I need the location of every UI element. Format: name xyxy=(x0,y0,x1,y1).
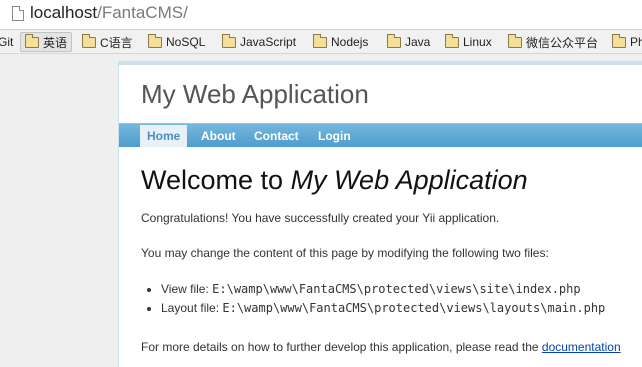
menu-item-contact[interactable]: Contact xyxy=(247,124,306,148)
bookmark-label: C语言 xyxy=(100,35,133,50)
url-path: /FantaCMS/ xyxy=(97,3,188,22)
page-container: My Web Application Home About Contact Lo… xyxy=(118,61,642,367)
more-details-text: For more details on how to further devel… xyxy=(141,340,621,354)
address-bar[interactable]: localhost/FantaCMS/ xyxy=(0,0,642,30)
file-list: View file: E:\wamp\www\FantaCMS\protecte… xyxy=(141,280,605,318)
folder-icon xyxy=(25,33,39,48)
page-icon xyxy=(12,6,24,21)
folder-icon xyxy=(148,33,162,48)
folder-icon xyxy=(222,33,236,48)
bookmark-git[interactable]: Git xyxy=(0,32,13,52)
bookmark-linux[interactable]: Linux xyxy=(445,32,492,52)
view-file-path: E:\wamp\www\FantaCMS\protected\views\sit… xyxy=(212,282,581,296)
bookmark-label: NoSQL xyxy=(166,35,206,49)
page-heading: Welcome to My Web Application xyxy=(141,165,528,196)
bookmark-java[interactable]: Java xyxy=(387,32,430,52)
main-menu: Home About Contact Login xyxy=(119,123,642,147)
menu-item-home[interactable]: Home xyxy=(140,125,188,147)
folder-icon xyxy=(508,33,522,48)
heading-prefix: Welcome to xyxy=(141,165,291,195)
folder-icon xyxy=(445,33,459,48)
folder-icon xyxy=(82,33,96,48)
bookmark-nosql[interactable]: NoSQL xyxy=(148,32,205,52)
bookmark-label: JavaScript xyxy=(240,35,297,49)
bookmark-label: Git xyxy=(0,35,14,49)
instructions-text: You may change the content of this page … xyxy=(141,246,549,260)
congrats-text: Congratulations! You have successfully c… xyxy=(141,211,500,225)
folder-icon xyxy=(612,33,626,48)
documentation-link[interactable]: documentation xyxy=(542,340,621,354)
url-text[interactable]: localhost/FantaCMS/ xyxy=(30,3,188,23)
more-details-prefix: For more details on how to further devel… xyxy=(141,340,542,354)
layout-file-path: E:\wamp\www\FantaCMS\protected\views\lay… xyxy=(222,301,606,315)
bookmarks-bar: Git 英语 C语言 NoSQL JavaScript Nodejs Java … xyxy=(0,30,642,54)
menu-item-about[interactable]: About xyxy=(194,124,243,148)
site-title: My Web Application xyxy=(141,79,369,109)
bookmark-label: 微信公众平台 xyxy=(526,35,599,50)
layout-file-label: Layout file: xyxy=(161,301,223,315)
bookmark-c-language[interactable]: C语言 xyxy=(82,32,133,52)
bookmark-label: 英语 xyxy=(43,35,68,50)
list-item: Layout file: E:\wamp\www\FantaCMS\protec… xyxy=(141,299,605,318)
bookmark-label: Nodejs xyxy=(331,35,369,49)
bookmark-javascript[interactable]: JavaScript xyxy=(222,32,296,52)
url-host: localhost xyxy=(30,3,98,22)
bookmark-wechat[interactable]: 微信公众平台 xyxy=(508,32,598,52)
view-file-label: View file: xyxy=(161,282,213,296)
page-viewport: My Web Application Home About Contact Lo… xyxy=(0,55,642,367)
list-item: View file: E:\wamp\www\FantaCMS\protecte… xyxy=(141,280,605,299)
folder-icon xyxy=(387,33,401,48)
bookmark-label: Java xyxy=(405,35,431,49)
heading-app-name: My Web Application xyxy=(290,165,528,195)
bookmark-ph[interactable]: Ph xyxy=(612,32,642,52)
bookmark-label: Ph xyxy=(630,35,642,49)
folder-icon xyxy=(313,33,327,48)
bookmark-nodejs[interactable]: Nodejs xyxy=(313,32,368,52)
bookmark-english[interactable]: 英语 xyxy=(20,32,73,52)
menu-item-login[interactable]: Login xyxy=(311,124,358,148)
bookmark-label: Linux xyxy=(463,35,492,49)
